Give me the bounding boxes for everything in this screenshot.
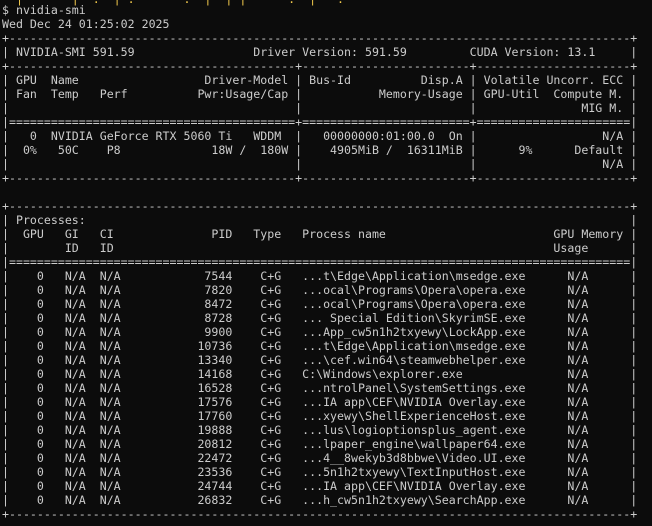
process-row: | 0 N/A N/A 24744 C+G ...IA app\CEF\NVID… xyxy=(2,479,638,493)
process-row: | 0 N/A N/A 17760 C+G ...xyewy\ShellExpe… xyxy=(2,409,638,423)
gpu-header-row: | | | MIG M. | xyxy=(2,101,638,115)
table-border: +---------------------------------------… xyxy=(2,199,638,213)
timestamp-line: Wed Dec 24 01:25:02 2025 xyxy=(2,17,170,31)
process-row: | 0 N/A N/A 10736 C+G ...t\Edge\Applicat… xyxy=(2,339,638,353)
command-prompt-line: $ nvidia-smi xyxy=(2,3,86,17)
gpu-header-row: | Fan Temp Perf Pwr:Usage/Cap | Memory-U… xyxy=(2,87,638,101)
process-row: | 0 N/A N/A 8728 C+G ... Special Edition… xyxy=(2,311,638,325)
terminal-window[interactable]: | | . | . . | | | . | . $ nvidia-smi Wed… xyxy=(0,0,652,526)
process-row: | 0 N/A N/A 14168 C+G C:\Windows\explore… xyxy=(2,367,638,381)
process-header-row: | GPU GI CI PID Type Process name GPU Me… xyxy=(2,227,638,241)
process-row: | 0 N/A N/A 17576 C+G ...IA app\CEF\NVID… xyxy=(2,395,638,409)
process-row: | 0 N/A N/A 23536 C+G ...5n1h2txyewy\Tex… xyxy=(2,465,638,479)
process-row: | 0 N/A N/A 7544 C+G ...t\Edge\Applicati… xyxy=(2,269,638,283)
table-border: +---------------------------------------… xyxy=(2,171,638,185)
table-border: +---------------------------------------… xyxy=(2,59,638,73)
process-row: | 0 N/A N/A 8472 C+G ...ocal\Programs\Op… xyxy=(2,297,638,311)
process-row: | 0 N/A N/A 22472 C+G ...4__8wekyb3d8bbw… xyxy=(2,451,638,465)
process-row: | 0 N/A N/A 16528 C+G ...ntrolPanel\Syst… xyxy=(2,381,638,395)
table-border: +---------------------------------------… xyxy=(2,507,638,521)
gpu-header-row: | GPU Name Driver-Model | Bus-Id Disp.A … xyxy=(2,73,638,87)
gpu-info-row: | 0 NVIDIA GeForce RTX 5060 Ti WDDM | 00… xyxy=(2,129,638,143)
gpu-info-row: | | | N/A | xyxy=(2,157,638,171)
process-header-row: | ID ID Usage | xyxy=(2,241,638,255)
table-separator: |=======================================… xyxy=(2,255,638,269)
table-separator: |=======================================… xyxy=(2,115,638,129)
gpu-info-row: | 0% 50C P8 18W / 180W | 4905MiB / 16311… xyxy=(2,143,638,157)
processes-title: | Processes: | xyxy=(2,213,638,227)
version-header: | NVIDIA-SMI 591.59 Driver Version: 591.… xyxy=(2,45,638,59)
process-row: | 0 N/A N/A 20812 C+G ...lpaper_engine\w… xyxy=(2,437,638,451)
table-border: +---------------------------------------… xyxy=(2,31,638,45)
process-row: | 0 N/A N/A 13340 C+G ...\cef.win64\stea… xyxy=(2,353,638,367)
process-row: | 0 N/A N/A 19888 C+G ...lus\logioptions… xyxy=(2,423,638,437)
process-row: | 0 N/A N/A 26832 C+G ...h_cw5n1h2txyewy… xyxy=(2,493,638,507)
process-row: | 0 N/A N/A 7820 C+G ...ocal\Programs\Op… xyxy=(2,283,638,297)
process-row: | 0 N/A N/A 9900 C+G ...App_cw5n1h2txyew… xyxy=(2,325,638,339)
